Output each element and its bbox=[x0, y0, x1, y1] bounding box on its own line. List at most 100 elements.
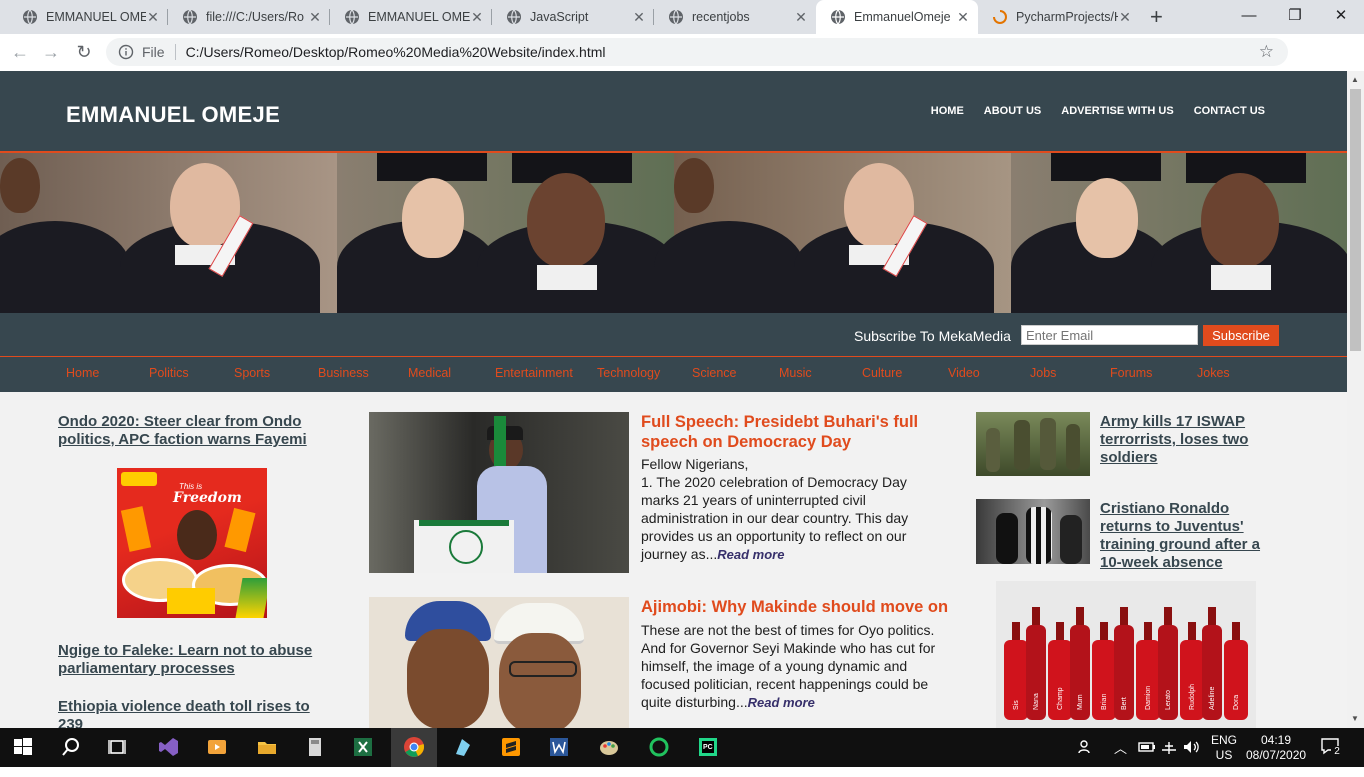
browser-tab-active[interactable]: EmmanuelOmeje ✕ bbox=[816, 0, 978, 34]
paint-3d-icon[interactable] bbox=[452, 736, 474, 758]
read-more-link[interactable]: Read more bbox=[748, 695, 815, 710]
category-politics[interactable]: Politics bbox=[149, 366, 189, 380]
window-close-icon[interactable]: ✕ bbox=[1318, 0, 1364, 34]
main-content: Ondo 2020: Steer clear from Ondo politic… bbox=[0, 392, 1347, 728]
category-science[interactable]: Science bbox=[692, 366, 736, 380]
battery-icon[interactable] bbox=[1136, 736, 1158, 758]
new-tab-button[interactable]: + bbox=[1150, 4, 1163, 30]
close-icon[interactable]: ✕ bbox=[146, 9, 160, 26]
subscribe-button[interactable]: Subscribe bbox=[1203, 325, 1279, 346]
excel-icon[interactable] bbox=[352, 736, 374, 758]
clock[interactable]: 04:19 08/07/2020 bbox=[1246, 733, 1306, 772]
close-icon[interactable]: ✕ bbox=[308, 9, 322, 26]
category-forums[interactable]: Forums bbox=[1110, 366, 1152, 380]
nav-contact-us[interactable]: CONTACT US bbox=[1194, 105, 1265, 117]
word-icon[interactable] bbox=[548, 736, 570, 758]
search-icon[interactable] bbox=[60, 736, 82, 758]
coca-cola-bottles-image[interactable]: Sis Nana Champ Mum Brian Bert Damion Lerato Rudo… bbox=[996, 581, 1256, 728]
media-player-icon[interactable] bbox=[206, 736, 228, 758]
bottles-graphic: Sis Nana Champ Mum Brian Bert Damion Lerato Rudo… bbox=[1004, 607, 1248, 720]
address-bar[interactable]: File C:/Users/Romeo/Desktop/Romeo%20Medi… bbox=[106, 38, 1288, 66]
file-explorer-icon[interactable] bbox=[256, 736, 278, 758]
left-headline-link[interactable]: Ondo 2020: Steer clear from Ondo politic… bbox=[58, 413, 338, 449]
category-home[interactable]: Home bbox=[66, 366, 99, 380]
tray-chevron-icon[interactable]: ︿ bbox=[1114, 738, 1127, 777]
nav-home[interactable]: HOME bbox=[931, 105, 964, 117]
close-icon[interactable]: ✕ bbox=[794, 9, 808, 26]
tab-title: JavaScript bbox=[530, 10, 589, 24]
sublime-text-icon[interactable] bbox=[500, 736, 522, 758]
browser-tab[interactable]: file:///C:/Users/Ro ✕ bbox=[168, 0, 330, 34]
site-logo[interactable]: EMMANUEL OMEJE bbox=[66, 102, 280, 128]
email-input[interactable] bbox=[1021, 325, 1198, 345]
nav-about-us[interactable]: ABOUT US bbox=[984, 105, 1041, 117]
article-title-link[interactable]: Ajimobi: Why Makinde should move on bbox=[641, 597, 961, 617]
bottle-label: Rudolph bbox=[1189, 684, 1196, 710]
chrome-icon[interactable] bbox=[403, 736, 425, 758]
tab-title: file:///C:/Users/Ro bbox=[206, 10, 304, 24]
info-icon[interactable] bbox=[118, 44, 134, 60]
network-icon[interactable] bbox=[1158, 736, 1180, 758]
browser-tab[interactable]: JavaScript ✕ bbox=[492, 0, 654, 34]
volume-icon[interactable] bbox=[1180, 736, 1202, 758]
right-headline-link[interactable]: Army kills 17 ISWAP terrorrists, loses t… bbox=[1100, 413, 1270, 467]
clock-date: 08/07/2020 bbox=[1246, 748, 1307, 762]
category-technology[interactable]: Technology bbox=[597, 366, 660, 380]
back-arrow-icon[interactable]: ← bbox=[5, 34, 35, 71]
close-icon[interactable]: ✕ bbox=[632, 9, 646, 26]
left-headline-link[interactable]: Ethiopia violence death toll rises to 23… bbox=[58, 698, 338, 728]
scroll-down-arrow-icon[interactable]: ▼ bbox=[1351, 714, 1359, 723]
noodles-advert-image[interactable]: This is Freedom bbox=[117, 468, 267, 618]
ajimobi-makinde-image[interactable] bbox=[369, 597, 629, 728]
pycharm-icon[interactable]: PC bbox=[697, 736, 719, 758]
category-jokes[interactable]: Jokes bbox=[1197, 366, 1230, 380]
bookmark-star-icon[interactable]: ☆ bbox=[1259, 42, 1274, 62]
browser-tab[interactable]: EMMANUEL OMEJE ✕ bbox=[330, 0, 492, 34]
article-title-link[interactable]: Full Speech: Presidebt Buhari's full spe… bbox=[641, 412, 941, 452]
army-soldiers-image[interactable] bbox=[976, 412, 1090, 476]
green-circle-app-icon[interactable] bbox=[648, 736, 670, 758]
close-icon[interactable]: ✕ bbox=[470, 9, 484, 26]
category-culture[interactable]: Culture bbox=[862, 366, 902, 380]
bottle: Sis bbox=[1004, 622, 1028, 720]
maximize-icon[interactable]: ❐ bbox=[1272, 0, 1318, 34]
buhari-speech-image[interactable] bbox=[369, 412, 629, 573]
category-medical[interactable]: Medical bbox=[408, 366, 451, 380]
category-entertainment[interactable]: Entertainment bbox=[495, 366, 573, 380]
task-view-icon[interactable] bbox=[106, 736, 128, 758]
nav-advertise[interactable]: ADVERTISE WITH US bbox=[1061, 105, 1173, 117]
paint-icon[interactable] bbox=[598, 736, 620, 758]
notifications-icon[interactable]: 2 bbox=[1320, 736, 1344, 758]
category-music[interactable]: Music bbox=[779, 366, 812, 380]
scrollbar-thumb[interactable] bbox=[1350, 89, 1361, 351]
category-video[interactable]: Video bbox=[948, 366, 980, 380]
browser-tab[interactable]: recentjobs ✕ bbox=[654, 0, 816, 34]
forward-arrow-icon[interactable]: → bbox=[36, 34, 66, 71]
subscribe-label: Subscribe To MekaMedia bbox=[854, 328, 1011, 344]
notification-count: 2 bbox=[1331, 746, 1343, 758]
tab-title: recentjobs bbox=[692, 10, 750, 24]
windows-start-icon[interactable] bbox=[12, 736, 34, 758]
read-more-link[interactable]: Read more bbox=[717, 547, 784, 562]
visual-studio-icon[interactable] bbox=[158, 736, 180, 758]
category-jobs[interactable]: Jobs bbox=[1030, 366, 1056, 380]
browser-tab[interactable]: PycharmProjects/H ✕ bbox=[978, 0, 1140, 34]
calculator-icon[interactable] bbox=[304, 736, 326, 758]
ronaldo-training-image[interactable] bbox=[976, 499, 1090, 564]
scroll-up-arrow-icon[interactable]: ▲ bbox=[1351, 75, 1359, 84]
language-indicator[interactable]: ENG US bbox=[1211, 733, 1237, 772]
browser-tab[interactable]: EMMANUEL OMEJE ✕ bbox=[8, 0, 168, 34]
close-icon[interactable]: ✕ bbox=[956, 9, 970, 26]
close-icon[interactable]: ✕ bbox=[1118, 9, 1132, 26]
globe-icon bbox=[507, 9, 521, 25]
minimize-icon[interactable]: — bbox=[1226, 0, 1272, 34]
right-headline-link[interactable]: Cristiano Ronaldo returns to Juventus' t… bbox=[1100, 500, 1270, 572]
people-icon[interactable] bbox=[1075, 736, 1097, 758]
globe-icon bbox=[345, 9, 359, 25]
category-sports[interactable]: Sports bbox=[234, 366, 270, 380]
category-business[interactable]: Business bbox=[318, 366, 369, 380]
globe-icon bbox=[669, 9, 683, 25]
reload-icon[interactable]: ↻ bbox=[69, 34, 99, 71]
left-headline-link[interactable]: Ngige to Faleke: Learn not to abuse parl… bbox=[58, 642, 338, 678]
page-scrollbar[interactable]: ▲ ▼ bbox=[1347, 71, 1364, 728]
